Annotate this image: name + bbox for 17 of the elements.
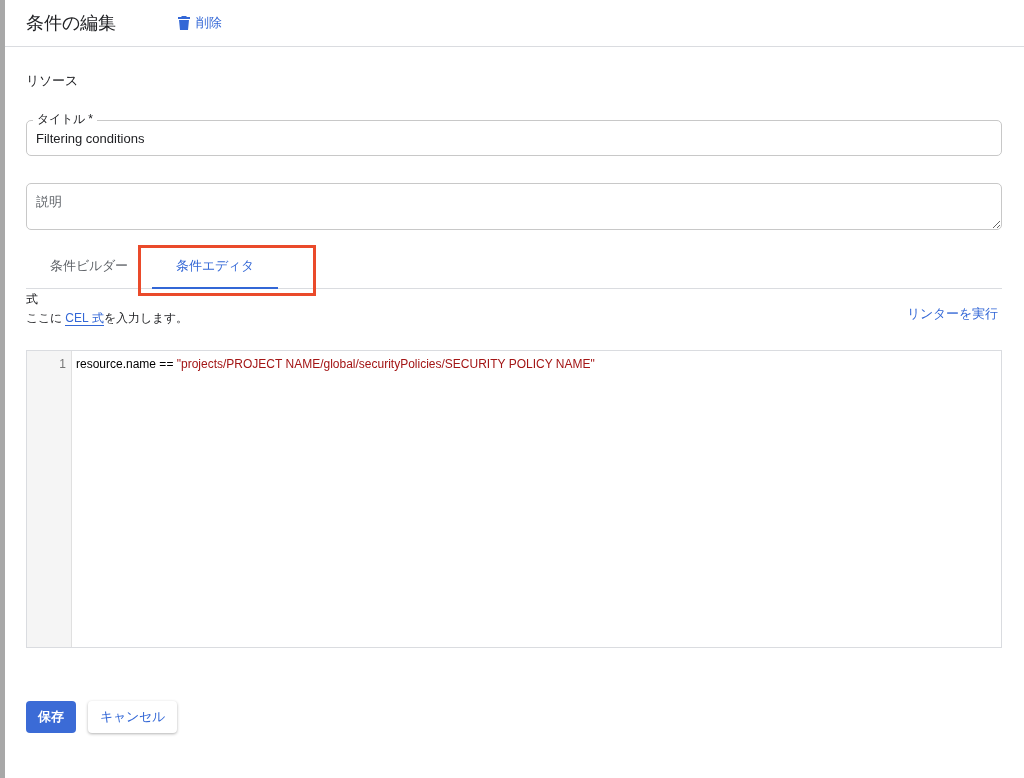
title-field-label: タイトル * <box>33 112 97 126</box>
code-area[interactable]: resource.name == "projects/PROJECT NAME/global/securityPolicies/SECURITY POLICY NAME" <box>72 351 1001 647</box>
cancel-button[interactable]: キャンセル <box>88 701 177 733</box>
run-linter-link[interactable]: リンターを実行 <box>907 305 998 323</box>
expression-label: 式 <box>26 291 39 308</box>
tab[interactable]: 条件エディタ <box>152 247 278 289</box>
cel-link[interactable]: CEL 式 <box>65 311 104 326</box>
delete-button[interactable]: 削除 <box>178 14 222 32</box>
section-label: リソース <box>26 72 79 90</box>
line-number: 1 <box>58 356 67 372</box>
trash-icon <box>178 16 190 30</box>
save-button[interactable]: 保存 <box>26 701 76 733</box>
tab[interactable]: 条件ビルダー <box>36 247 142 289</box>
description-field[interactable]: 説明 <box>26 183 1002 230</box>
help-text: ここに CEL 式を入力します。 <box>26 310 188 327</box>
panel-title: 条件の編集 <box>26 12 117 35</box>
code-line: resource.name == "projects/PROJECT NAME/global/securityPolicies/SECURITY POLICY NAME" <box>76 356 596 372</box>
